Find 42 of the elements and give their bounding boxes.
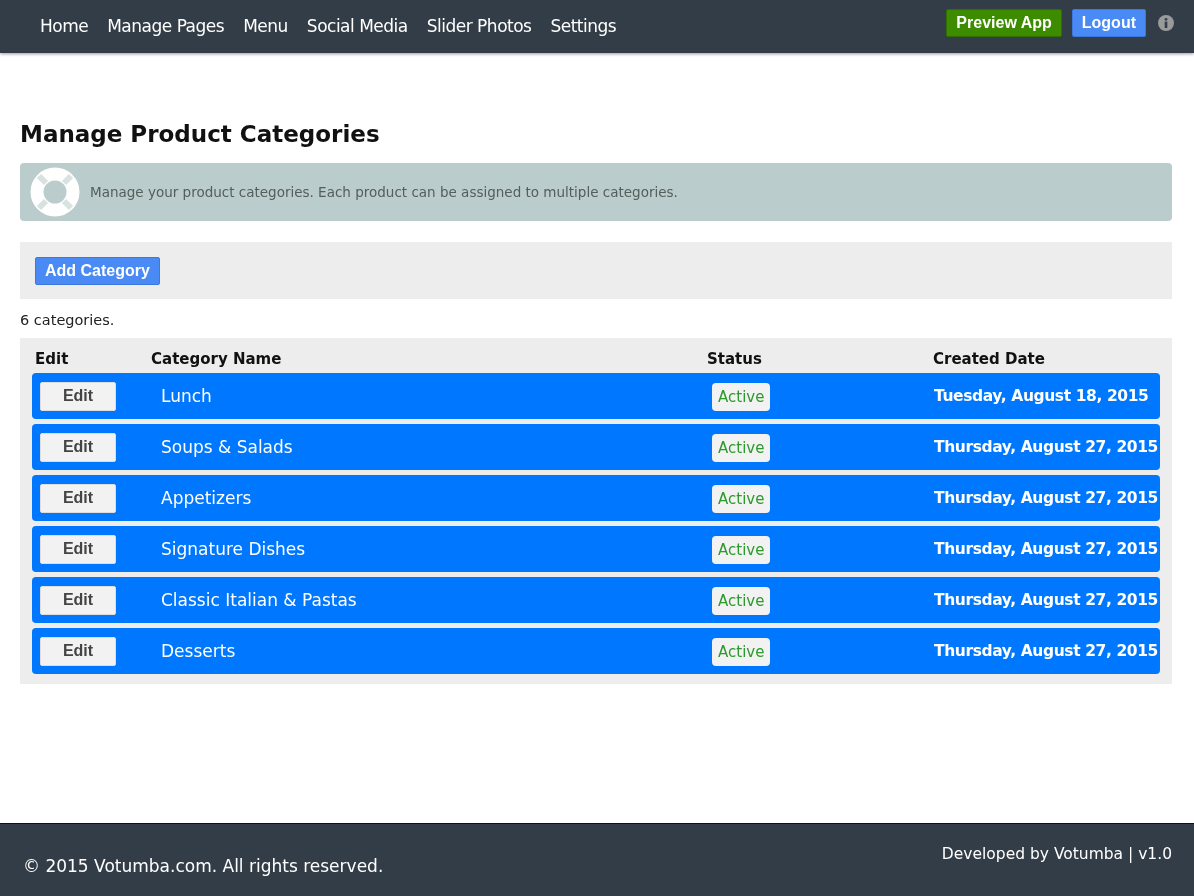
column-header: Category Name [151,350,283,368]
table-cell-text: Soups & Salads [160,437,294,457]
edit-button[interactable]: Edit [40,636,116,666]
table-cell-text: Tuesday, August 18, 2015 [934,387,1150,405]
column-header: Edit [35,350,70,368]
status-badge: Active [712,433,771,462]
status-badge: Active [712,637,771,666]
table-cell-text: Thursday, August 27, 2015 [934,540,1159,558]
edit-button[interactable]: Edit [40,432,116,462]
category-count: 6 categories. [20,312,116,328]
copyright-text: © 2015 Votumba.com. All rights reserved. [23,854,384,876]
column-header: Status [707,350,763,368]
page-title: Manage Product Categories [20,121,381,147]
table-cell-text: Appetizers [160,488,253,508]
table-cell-text: Desserts [160,641,237,661]
column-header: Created Date [932,350,1046,368]
table-cell-text: Lunch [160,386,213,406]
info-icon[interactable] [1158,15,1174,31]
edit-button[interactable]: Edit [40,534,116,564]
status-badge: Active [712,586,771,615]
status-badge: Active [712,484,771,513]
status-badge: Active [712,535,771,564]
edit-button[interactable]: Edit [40,381,116,411]
nav-link[interactable]: Manage Pages [107,16,225,36]
nav-link[interactable]: Home [40,16,89,36]
table-cell-text: Thursday, August 27, 2015 [934,642,1159,660]
lifebuoy-icon [30,167,80,217]
credit-text: Developed by Votumba | v1.0 [941,845,1172,863]
table-cell-text: Thursday, August 27, 2015 [934,591,1159,609]
edit-button[interactable]: Edit [40,483,116,513]
preview-app-button[interactable]: Preview App [946,9,1062,37]
nav-link[interactable]: Social Media [306,16,408,36]
table-cell-text: Thursday, August 27, 2015 [934,438,1159,456]
edit-button[interactable]: Edit [40,585,116,615]
status-badge: Active [712,382,771,411]
nav-link[interactable]: Slider Photos [426,16,532,36]
nav-link[interactable]: Menu [243,16,288,36]
table-cell-text: Thursday, August 27, 2015 [934,489,1159,507]
info-text: Manage your product categories. Each product can be assigned to multiple categories. [90,184,678,200]
table-cell-text: Signature Dishes [160,539,307,559]
table-cell-text: Classic Italian & Pastas [160,590,358,610]
nav-link[interactable]: Settings [550,16,617,36]
